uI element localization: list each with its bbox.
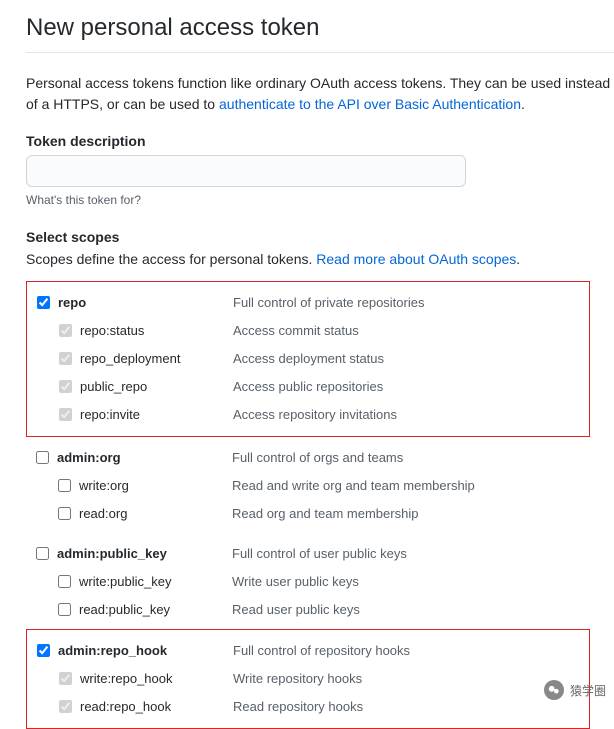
scope-name: read:org [79,506,127,521]
scope-row-child: read:org Read org and team membership [36,499,614,527]
scope-description: Access commit status [233,323,589,338]
scope-row-child: read:repo_hook Read repository hooks [37,692,589,720]
page-title: New personal access token [26,14,614,53]
scope-description: Access deployment status [233,351,589,366]
scope-description: Full control of repository hooks [233,643,589,658]
scope-name: public_repo [80,379,147,394]
scope-description: Read repository hooks [233,699,589,714]
scope-description: Access public repositories [233,379,589,394]
scope-name: admin:repo_hook [58,643,167,658]
scope-name: admin:public_key [57,546,167,561]
scope-row-child: write:org Read and write org and team mem… [36,471,614,499]
token-description-hint: What's this token for? [26,193,614,207]
scope-name: read:public_key [79,602,170,617]
scope-description: Write user public keys [232,574,614,589]
scope-name: repo:status [80,323,144,338]
scopes-desc-link[interactable]: Read more about OAuth scopes [316,251,516,267]
footer-text: 猿学圈 [570,682,606,699]
scope-checkbox[interactable] [58,479,71,492]
scope-group: admin:repo_hook Full control of repositor… [26,629,590,729]
scopes-description: Scopes define the access for personal to… [26,251,614,267]
scope-checkbox[interactable] [58,507,71,520]
scope-checkbox[interactable] [59,324,72,337]
token-description-label: Token description [26,133,614,149]
scope-name: write:org [79,478,129,493]
scope-name: repo [58,295,86,310]
scope-checkbox[interactable] [58,603,71,616]
scope-description: Full control of user public keys [232,546,614,561]
scope-checkbox[interactable] [59,380,72,393]
scope-row-child: write:repo_hook Write repository hooks [37,664,589,692]
scope-description: Write repository hooks [233,671,589,686]
scope-description: Full control of private repositories [233,295,589,310]
scope-group: admin:org Full control of orgs and teams w… [26,437,614,533]
scope-row-child: read:public_key Read user public keys [36,595,614,623]
scope-name: admin:org [57,450,121,465]
intro-text: Personal access tokens function like ord… [26,73,614,115]
scope-checkbox[interactable] [58,575,71,588]
scope-row-child: repo_deployment Access deployment status [37,344,589,372]
scope-name: repo_deployment [80,351,180,366]
scope-row-parent: admin:public_key Full control of user pub… [36,539,614,567]
scope-group: admin:public_key Full control of user pub… [26,533,614,629]
scope-description: Full control of orgs and teams [232,450,614,465]
scope-checkbox[interactable] [59,408,72,421]
scope-name: repo:invite [80,407,140,422]
scope-checkbox[interactable] [36,547,49,560]
scope-row-child: repo:invite Access repository invitations [37,400,589,428]
scope-description: Access repository invitations [233,407,589,422]
scope-checkbox[interactable] [59,352,72,365]
scope-row-child: public_repo Access public repositories [37,372,589,400]
wechat-icon [544,680,564,700]
scope-checkbox[interactable] [59,700,72,713]
scope-row-parent: admin:org Full control of orgs and teams [36,443,614,471]
token-description-input[interactable] [26,155,466,187]
scope-group: repo Full control of private repositories… [26,281,590,437]
scope-description: Read user public keys [232,602,614,617]
scopes-desc-text: Scopes define the access for personal to… [26,251,316,267]
intro-part-2: . [521,96,525,112]
select-scopes-label: Select scopes [26,229,614,245]
scope-name: write:repo_hook [80,671,173,686]
scope-checkbox[interactable] [37,296,50,309]
scope-row-child: repo:status Access commit status [37,316,589,344]
scope-checkbox[interactable] [37,644,50,657]
scope-name: read:repo_hook [80,699,171,714]
scope-name: write:public_key [79,574,172,589]
scope-description: Read and write org and team membership [232,478,614,493]
footer: 猿学圈 [544,680,606,700]
intro-link[interactable]: authenticate to the API over Basic Authe… [219,96,521,112]
scope-checkbox[interactable] [59,672,72,685]
scope-row-parent: admin:repo_hook Full control of repositor… [37,636,589,664]
scope-row-child: write:public_key Write user public keys [36,567,614,595]
scope-row-parent: repo Full control of private repositories [37,288,589,316]
scope-checkbox[interactable] [36,451,49,464]
scope-description: Read org and team membership [232,506,614,521]
